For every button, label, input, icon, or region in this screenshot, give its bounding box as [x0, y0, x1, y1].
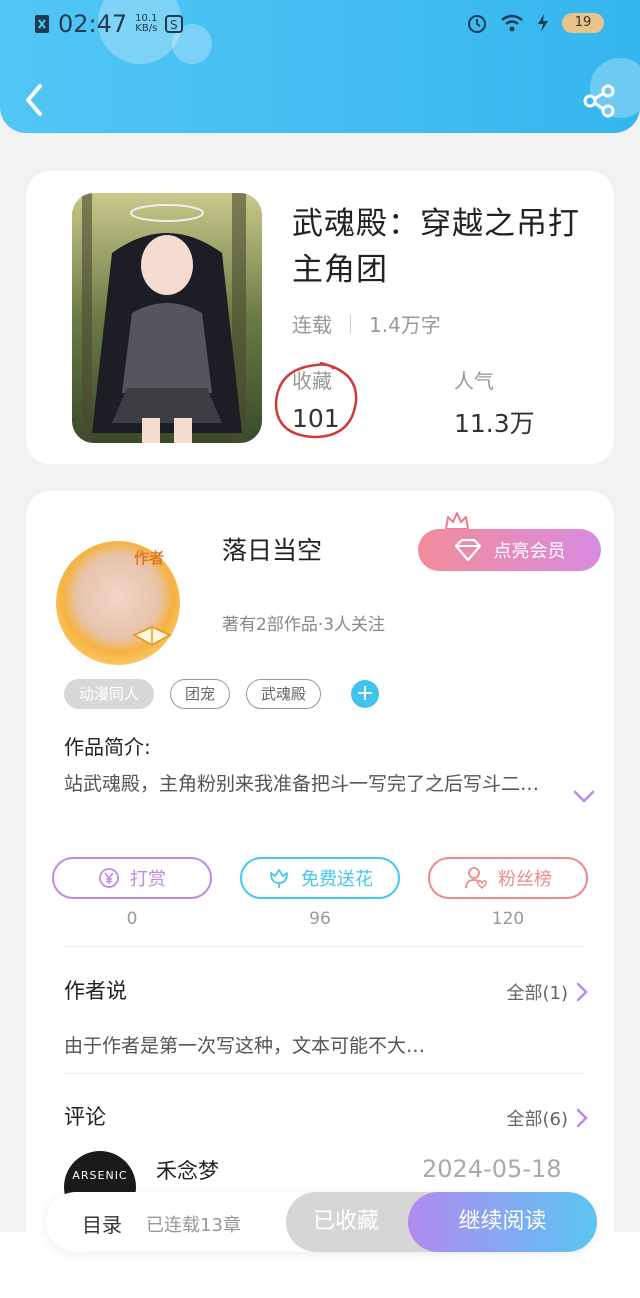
author-stats: 著有2部作品·3人关注	[222, 615, 386, 635]
collected-label: 已收藏	[312, 1209, 379, 1234]
status-bar: 02:47 10.1 KB/s S 19	[0, 0, 640, 52]
net-speed: 10.1 KB/s	[135, 14, 157, 34]
fan-rank-button[interactable]: 粉丝榜	[428, 857, 588, 899]
vip-button[interactable]: 点亮会员	[418, 529, 601, 571]
fan-count: 120	[491, 909, 525, 929]
send-flower-label: 免费送花	[301, 869, 373, 890]
battery-indicator: 19	[562, 13, 604, 33]
author-card: 作者 落日当空 著有2部作品·3人关注 点亮会员 动漫同人 团宠 武魂殿 + 作…	[26, 491, 614, 1251]
chevron-right-icon	[576, 1108, 588, 1128]
share-icon[interactable]	[582, 84, 616, 118]
book-meta: 连载 1.4万字	[292, 309, 441, 338]
continue-reading-button[interactable]: 继续阅读	[408, 1192, 597, 1252]
send-flower-button[interactable]: 免费送花	[240, 857, 400, 899]
commenter-avatar-text: ARSENIC	[72, 1169, 128, 1182]
author-says-text[interactable]: 由于作者是第一次写这种，文本可能不大…	[64, 1031, 425, 1058]
svg-text:S: S	[170, 18, 178, 32]
tip-label: 打赏	[130, 869, 166, 890]
tag-item[interactable]: 动漫同人	[64, 679, 155, 709]
popularity-stat: 人气 11.3万	[454, 365, 535, 440]
charging-icon	[538, 14, 548, 32]
comments-more-label: 全部(6)	[506, 1109, 569, 1130]
book-info-card: 武魂殿：穿越之吊打主角团 连载 1.4万字 收藏 101 人气 11.3万	[26, 171, 614, 464]
author-name[interactable]: 落日当空	[222, 531, 322, 567]
intro-title: 作品简介:	[64, 735, 151, 759]
net-speed-unit: KB/s	[135, 23, 158, 34]
book-status: 连载	[292, 313, 332, 337]
popularity-value: 11.3万	[454, 409, 535, 438]
book-sticker-icon	[132, 625, 172, 647]
vip-button-label: 点亮会员	[493, 541, 566, 562]
tag-item[interactable]: 武魂殿	[246, 679, 322, 709]
author-says-more-label: 全部(1)	[506, 983, 569, 1004]
wifi-icon	[501, 14, 523, 32]
comment-date: 2024-05-18	[422, 1155, 562, 1183]
intro-text: 站武魂殿，主角粉别来我准备把斗一写完了之后写斗二…	[64, 773, 540, 795]
chevron-right-icon	[576, 982, 588, 1002]
yuan-icon	[99, 868, 119, 888]
toc-button[interactable]: 目录	[82, 1209, 122, 1238]
author-badge: 作者	[134, 549, 165, 567]
book-title: 武魂殿：穿越之吊打主角团	[292, 206, 580, 288]
fan-user-icon	[465, 867, 487, 890]
book-word-count: 1.4万字	[369, 313, 441, 337]
author-avatar[interactable]: 作者	[56, 541, 180, 665]
cover-illustration	[72, 193, 262, 443]
author-says-title: 作者说	[64, 979, 127, 1003]
crown-icon	[445, 512, 469, 530]
tag-item[interactable]: 团宠	[170, 679, 231, 709]
book-cover[interactable]	[72, 193, 262, 443]
tag-list: 动漫同人 团宠 武魂殿 +	[64, 679, 380, 709]
flower-count: 96	[309, 909, 331, 929]
comments-more[interactable]: 全部(6)	[507, 1105, 589, 1131]
header: 02:47 10.1 KB/s S 19	[0, 0, 640, 133]
flower-icon	[270, 869, 288, 888]
comments-title: 评论	[64, 1105, 106, 1129]
divider	[64, 946, 586, 947]
popularity-label: 人气	[454, 369, 494, 393]
commenter-name[interactable]: 禾念梦	[156, 1155, 219, 1185]
chevron-down-icon[interactable]	[572, 789, 596, 805]
app-notification-icon: S	[165, 15, 184, 33]
sim-icon	[35, 15, 49, 33]
divider	[64, 1073, 586, 1074]
back-icon[interactable]	[20, 82, 50, 118]
author-says-more[interactable]: 全部(1)	[507, 979, 589, 1005]
status-time: 02:47	[58, 10, 128, 38]
add-tag-icon[interactable]: +	[351, 680, 380, 708]
alarm-icon	[468, 15, 486, 33]
hand-drawn-circle-annotation	[274, 361, 358, 439]
bottom-action-bar: 目录 已连载13章 已收藏 继续阅读	[46, 1192, 597, 1252]
chapter-count: 已连载13章	[146, 1215, 241, 1236]
meta-divider	[350, 314, 351, 333]
tip-button[interactable]: 打赏	[52, 857, 212, 899]
diamond-icon	[454, 539, 481, 561]
tip-count: 0	[126, 909, 138, 929]
fan-rank-label: 粉丝榜	[498, 869, 552, 890]
